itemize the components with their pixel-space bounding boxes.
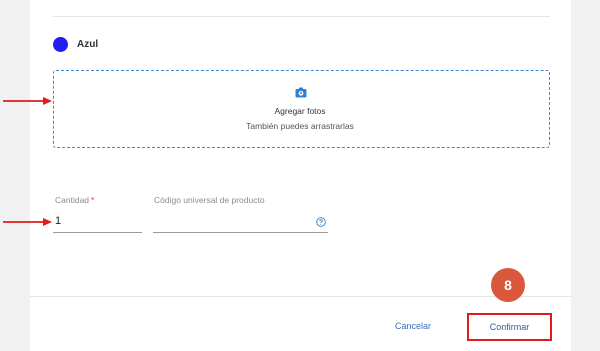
upc-label: Código universal de producto xyxy=(154,195,265,205)
color-name-label: Azul xyxy=(77,39,99,50)
form-panel xyxy=(30,0,571,351)
confirm-button[interactable]: Confirmar xyxy=(469,322,550,332)
cancel-button[interactable]: Cancelar xyxy=(395,321,431,331)
color-swatch xyxy=(53,37,68,52)
quantity-input[interactable]: 1 xyxy=(55,215,61,227)
quantity-label: Cantidad * xyxy=(55,195,95,205)
question-circle-icon[interactable] xyxy=(316,217,326,227)
arrow-pointer-quantity xyxy=(3,218,52,226)
camera-icon xyxy=(295,87,307,98)
step-badge: 8 xyxy=(491,268,525,302)
footer-divider xyxy=(30,296,571,297)
add-photos-label: Agregar fotos xyxy=(274,106,326,116)
divider xyxy=(53,16,550,17)
confirm-highlight: Confirmar xyxy=(467,313,552,341)
drag-hint-label: También puedes arrastrarlas xyxy=(246,121,354,131)
upc-input[interactable] xyxy=(153,232,328,233)
arrow-pointer-photos xyxy=(3,97,52,105)
quantity-underline xyxy=(53,232,142,233)
required-mark: * xyxy=(91,195,95,205)
